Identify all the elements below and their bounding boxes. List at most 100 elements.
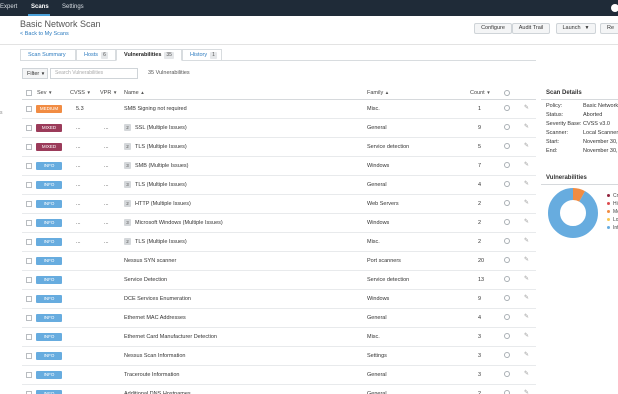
search-input[interactable]: Search Vulnerabilities bbox=[50, 68, 138, 79]
vulnerability-name[interactable]: Nessus SYN scanner bbox=[124, 258, 176, 264]
pencil-icon[interactable]: ✎ bbox=[524, 218, 529, 225]
row-checkbox[interactable] bbox=[26, 315, 32, 321]
info-circle-icon[interactable] bbox=[504, 257, 510, 263]
vulnerability-name[interactable]: HTTP (Multiple Issues) bbox=[135, 201, 191, 207]
table-row[interactable]: INFO...... 2 HTTP (Multiple Issues) Web Ser… bbox=[22, 195, 536, 214]
table-row[interactable]: INFO...... 2 TLS (Multiple Issues) Misc. 2 ✎ bbox=[22, 233, 536, 252]
table-row[interactable]: INFO...... 3 Microsoft Windows (Multiple I… bbox=[22, 214, 536, 233]
tab-scan-summary[interactable]: Scan Summary bbox=[20, 49, 76, 61]
vulnerability-name[interactable]: SSL (Multiple Issues) bbox=[135, 125, 187, 131]
table-row[interactable]: INFO...... 3 TLS (Multiple Issues) General 4… bbox=[22, 176, 536, 195]
launch-button[interactable]: Launch ▼ bbox=[556, 23, 596, 34]
vulnerability-name[interactable]: Service Detection bbox=[124, 277, 167, 283]
vulnerability-name[interactable]: Ethernet MAC Addresses bbox=[124, 315, 186, 321]
table-row[interactable]: MIXED...... 2 TLS (Multiple Issues) Service… bbox=[22, 138, 536, 157]
vulnerability-name[interactable]: TLS (Multiple Issues) bbox=[135, 239, 187, 245]
table-row[interactable]: MIXED...... 2 SSL (Multiple Issues) General… bbox=[22, 119, 536, 138]
info-circle-icon[interactable] bbox=[504, 390, 510, 394]
table-row[interactable]: INFO Service Detection Service detection 13… bbox=[22, 271, 536, 290]
pencil-icon[interactable]: ✎ bbox=[524, 161, 529, 168]
info-circle-icon[interactable] bbox=[504, 238, 510, 244]
row-checkbox[interactable] bbox=[26, 144, 32, 150]
settings-gear-icon[interactable] bbox=[504, 90, 510, 96]
pencil-icon[interactable]: ✎ bbox=[524, 389, 529, 394]
table-row[interactable]: INFO Ethernet Card Manufacturer Detection… bbox=[22, 328, 536, 347]
tab-hosts[interactable]: Hosts 6 bbox=[76, 49, 116, 61]
pencil-icon[interactable]: ✎ bbox=[524, 237, 529, 244]
pencil-icon[interactable]: ✎ bbox=[524, 294, 529, 301]
table-row[interactable]: INFO Nessus Scan Information Settings 3 ✎ bbox=[22, 347, 536, 366]
table-row[interactable]: INFO Traceroute Information General 3 ✎ bbox=[22, 366, 536, 385]
table-row[interactable]: INFO Nessus SYN scanner Port scanners 20 ✎ bbox=[22, 252, 536, 271]
row-checkbox[interactable] bbox=[26, 106, 32, 112]
row-checkbox[interactable] bbox=[26, 296, 32, 302]
row-checkbox[interactable] bbox=[26, 239, 32, 245]
audit-trail-button[interactable]: Audit Trail bbox=[512, 23, 550, 34]
table-row[interactable]: INFO Additional DNS Hostnames General 2 ✎ bbox=[22, 385, 536, 394]
pencil-icon[interactable]: ✎ bbox=[524, 351, 529, 358]
column-header-sev[interactable]: Sev ▼ bbox=[37, 90, 52, 96]
table-row[interactable]: INFO Ethernet MAC Addresses General 4 ✎ bbox=[22, 309, 536, 328]
pencil-icon[interactable]: ✎ bbox=[524, 332, 529, 339]
vulnerability-name[interactable]: Nessus Scan Information bbox=[124, 353, 185, 359]
pencil-icon[interactable]: ✎ bbox=[524, 104, 529, 111]
info-circle-icon[interactable] bbox=[504, 371, 510, 377]
row-checkbox[interactable] bbox=[26, 220, 32, 226]
row-checkbox[interactable] bbox=[26, 163, 32, 169]
column-header-family[interactable]: Family ▲ bbox=[367, 90, 389, 96]
vulnerability-name[interactable]: DCE Services Enumeration bbox=[124, 296, 191, 302]
select-all-checkbox[interactable] bbox=[26, 90, 32, 96]
info-circle-icon[interactable] bbox=[504, 295, 510, 301]
row-checkbox[interactable] bbox=[26, 125, 32, 131]
info-circle-icon[interactable] bbox=[504, 162, 510, 168]
info-circle-icon[interactable] bbox=[504, 143, 510, 149]
pencil-icon[interactable]: ✎ bbox=[524, 199, 529, 206]
info-circle-icon[interactable] bbox=[504, 200, 510, 206]
info-circle-icon[interactable] bbox=[504, 333, 510, 339]
info-circle-icon[interactable] bbox=[504, 181, 510, 187]
report-button[interactable]: Re bbox=[600, 23, 618, 34]
pencil-icon[interactable]: ✎ bbox=[524, 180, 529, 187]
table-row[interactable]: INFO DCE Services Enumeration Windows 9 ✎ bbox=[22, 290, 536, 309]
row-checkbox[interactable] bbox=[26, 201, 32, 207]
nav-item-scans[interactable]: Scans bbox=[31, 4, 49, 10]
column-header-count[interactable]: Count ▼ bbox=[470, 90, 491, 96]
column-header-name[interactable]: Name ▲ bbox=[124, 90, 145, 96]
pencil-icon[interactable]: ✎ bbox=[524, 123, 529, 130]
tab-history[interactable]: History 1 bbox=[182, 49, 222, 61]
info-circle-icon[interactable] bbox=[504, 105, 510, 111]
info-circle-icon[interactable] bbox=[504, 352, 510, 358]
pencil-icon[interactable]: ✎ bbox=[524, 370, 529, 377]
table-row[interactable]: INFO...... 3 SMB (Multiple Issues) Windows 7… bbox=[22, 157, 536, 176]
vulnerability-name[interactable]: Ethernet Card Manufacturer Detection bbox=[124, 334, 217, 340]
tab-vulnerabilities[interactable]: Vulnerabilities 35 bbox=[116, 49, 182, 61]
table-row[interactable]: MEDIUM 5.3 SMB Signing not required Misc. 1 ✎ bbox=[22, 100, 536, 119]
pencil-icon[interactable]: ✎ bbox=[524, 142, 529, 149]
configure-button[interactable]: Configure bbox=[474, 23, 512, 34]
row-checkbox[interactable] bbox=[26, 258, 32, 264]
row-checkbox[interactable] bbox=[26, 334, 32, 340]
vulnerability-name[interactable]: TLS (Multiple Issues) bbox=[135, 182, 187, 188]
vulnerability-name[interactable]: SMB Signing not required bbox=[124, 106, 187, 112]
column-header-vpr[interactable]: VPR ▼ bbox=[100, 90, 117, 96]
bell-icon[interactable] bbox=[611, 4, 618, 12]
info-circle-icon[interactable] bbox=[504, 124, 510, 130]
pencil-icon[interactable]: ✎ bbox=[524, 275, 529, 282]
column-header-cvss[interactable]: CVSS ▼ bbox=[70, 90, 91, 96]
row-checkbox[interactable] bbox=[26, 182, 32, 188]
nav-item-settings[interactable]: Settings bbox=[62, 4, 84, 10]
row-checkbox[interactable] bbox=[26, 353, 32, 359]
info-circle-icon[interactable] bbox=[504, 314, 510, 320]
info-circle-icon[interactable] bbox=[504, 219, 510, 225]
vulnerability-name[interactable]: Traceroute Information bbox=[124, 372, 179, 378]
pencil-icon[interactable]: ✎ bbox=[524, 313, 529, 320]
vulnerability-name[interactable]: SMB (Multiple Issues) bbox=[135, 163, 189, 169]
row-checkbox[interactable] bbox=[26, 277, 32, 283]
filter-button[interactable]: Filter ▼ bbox=[22, 68, 48, 79]
nav-item-expert[interactable]: Expert bbox=[0, 4, 17, 10]
back-to-scans-link[interactable]: < Back to My Scans bbox=[20, 31, 69, 37]
info-circle-icon[interactable] bbox=[504, 276, 510, 282]
vulnerability-name[interactable]: TLS (Multiple Issues) bbox=[135, 144, 187, 150]
pencil-icon[interactable]: ✎ bbox=[524, 256, 529, 263]
row-checkbox[interactable] bbox=[26, 372, 32, 378]
